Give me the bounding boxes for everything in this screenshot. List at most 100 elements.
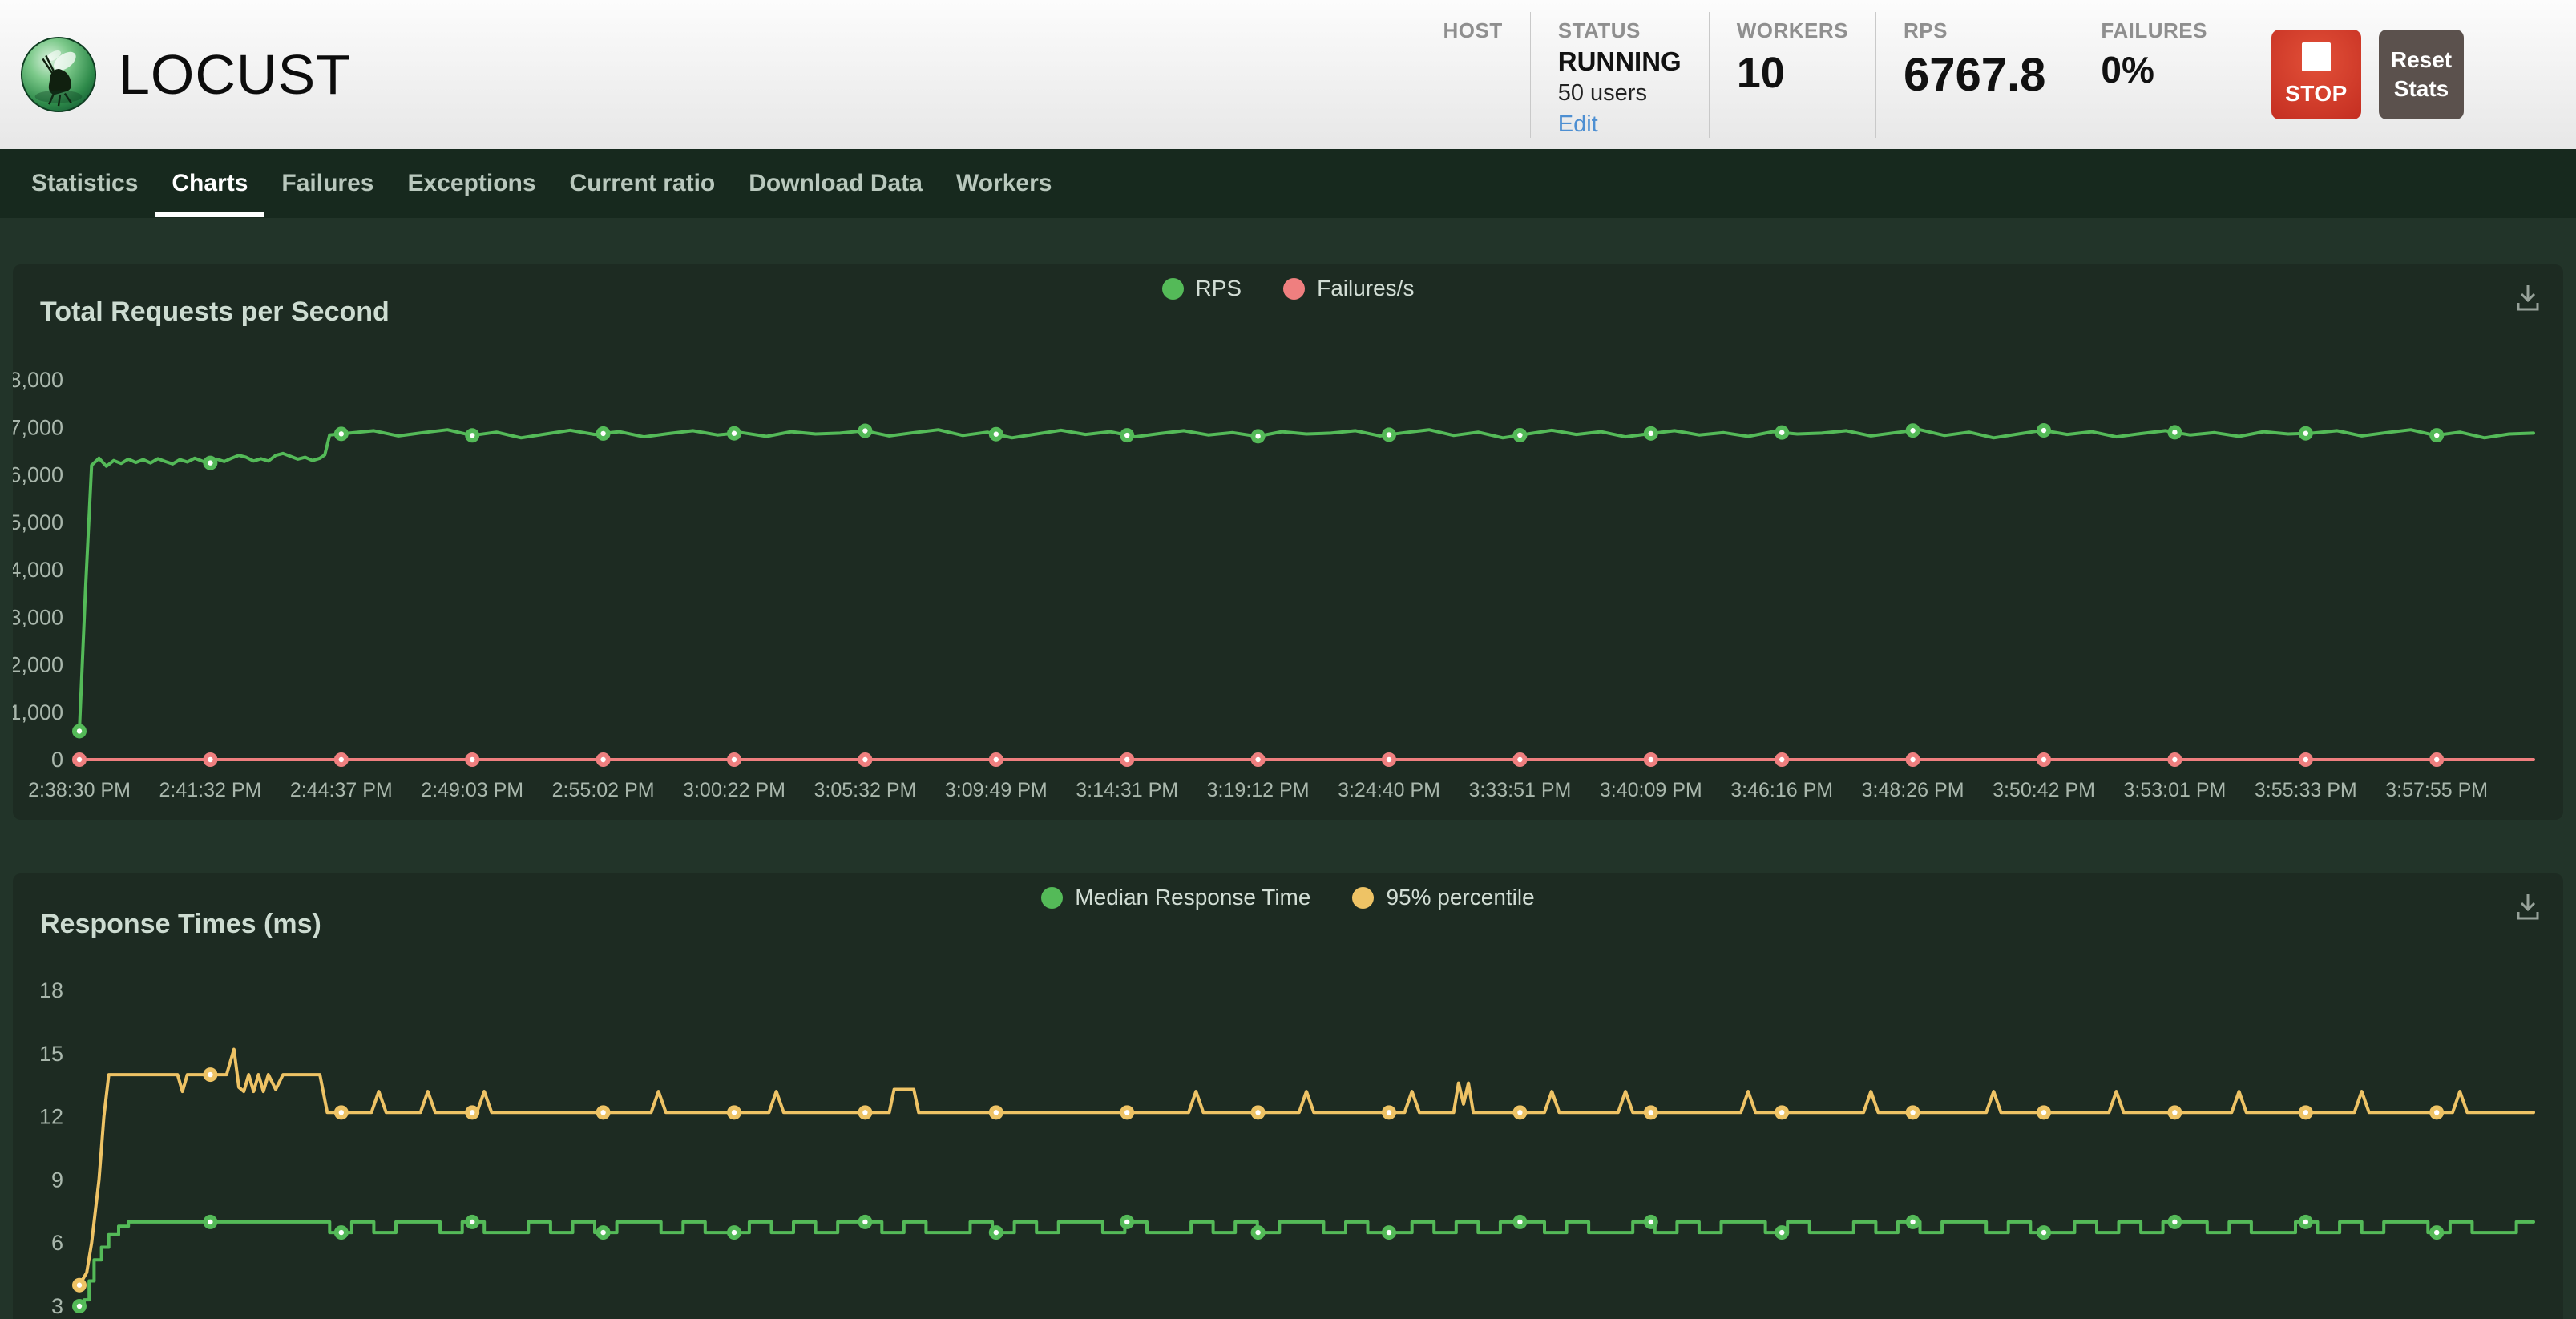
- legend-item[interactable]: Failures/s: [1283, 276, 1414, 301]
- data-point-marker-core: [732, 1230, 737, 1235]
- data-point-marker-core: [1910, 1110, 1915, 1115]
- tab-current-ratio[interactable]: Current ratio: [553, 149, 733, 218]
- edit-users-link[interactable]: Edit: [1558, 111, 1682, 138]
- data-point-marker-core: [600, 431, 605, 436]
- data-point-marker-core: [2434, 1230, 2439, 1235]
- data-point-marker-core: [1779, 757, 1784, 762]
- data-point-marker-core: [2434, 433, 2439, 438]
- legend-item[interactable]: Median Response Time: [1041, 885, 1310, 910]
- locust-logo-icon: [19, 35, 98, 114]
- download-icon: [2510, 280, 2546, 316]
- data-point-marker-core: [1779, 1110, 1784, 1115]
- tab-charts[interactable]: Charts: [155, 149, 264, 218]
- legend-dot-icon: [1352, 887, 1374, 909]
- series-line: [79, 1222, 2534, 1306]
- data-point-marker-core: [1779, 1230, 1784, 1235]
- x-axis-tick-label: 2:44:37 PM: [290, 779, 393, 801]
- data-point-marker-core: [470, 1220, 474, 1224]
- data-point-marker-core: [2303, 430, 2308, 435]
- data-point-marker-core: [2172, 430, 2177, 434]
- data-point-marker-core: [732, 1110, 737, 1115]
- data-point-marker-core: [339, 431, 344, 436]
- data-point-marker-core: [2303, 757, 2308, 762]
- app-title: LOCUST: [119, 42, 351, 107]
- data-point-marker-core: [1255, 757, 1260, 762]
- data-point-marker-core: [1517, 1110, 1522, 1115]
- workers-value: 10: [1737, 48, 1848, 98]
- data-point-marker-core: [600, 1110, 605, 1115]
- y-axis-tick-label: 0: [51, 748, 63, 772]
- legend-item[interactable]: RPS: [1162, 276, 1242, 301]
- data-point-marker-core: [2041, 757, 2046, 762]
- reset-stats-button[interactable]: Reset Stats: [2379, 30, 2464, 119]
- tab-failures[interactable]: Failures: [264, 149, 390, 218]
- data-point-marker-core: [862, 1110, 867, 1115]
- data-point-marker-core: [1649, 431, 1653, 436]
- data-point-marker-core: [208, 757, 212, 762]
- data-point-marker-core: [994, 1230, 999, 1235]
- chart-legend: RPS Failures/s: [13, 276, 2563, 301]
- x-axis-tick-label: 3:24:40 PM: [1338, 779, 1440, 801]
- y-axis-tick-label: 15: [39, 1042, 63, 1066]
- x-axis-tick-label: 2:38:30 PM: [28, 779, 131, 801]
- data-point-marker-core: [2172, 757, 2177, 762]
- x-axis-tick-label: 3:33:51 PM: [1468, 779, 1571, 801]
- tab-workers[interactable]: Workers: [939, 149, 1069, 218]
- chart-legend: Median Response Time 95% percentile: [13, 885, 2563, 910]
- rps-chart-plot: 8,0007,0006,0005,0004,0003,0002,0001,000…: [13, 264, 2563, 820]
- stop-button-label: STOP: [2285, 81, 2348, 107]
- stat-rps: RPS 6767.8: [1875, 12, 2073, 138]
- data-point-marker-core: [339, 757, 344, 762]
- data-point-marker-core: [1649, 1110, 1653, 1115]
- x-axis-tick-label: 3:46:16 PM: [1730, 779, 1833, 801]
- tab-download-data[interactable]: Download Data: [732, 149, 939, 218]
- data-point-marker-core: [470, 757, 474, 762]
- data-point-marker-core: [77, 728, 82, 733]
- data-point-marker-core: [1255, 1110, 1260, 1115]
- tab-statistics[interactable]: Statistics: [14, 149, 155, 218]
- y-axis-tick-label: 18: [39, 978, 63, 1002]
- data-point-marker-core: [732, 431, 737, 436]
- rps-chart-panel: 8,0007,0006,0005,0004,0003,0002,0001,000…: [13, 264, 2563, 820]
- data-point-marker-core: [208, 460, 212, 465]
- data-point-marker-core: [470, 1110, 474, 1115]
- data-point-marker-core: [1387, 1230, 1391, 1235]
- failures-value: 0%: [2101, 48, 2207, 91]
- y-axis-tick-label: 3,000: [13, 605, 63, 629]
- response-times-chart-plot: 181512963: [13, 873, 2563, 1319]
- y-axis-tick-label: 9: [51, 1168, 63, 1192]
- data-point-marker-core: [732, 757, 737, 762]
- data-point-marker-core: [208, 1072, 212, 1077]
- data-point-marker-core: [77, 1304, 82, 1309]
- download-icon: [2510, 889, 2546, 925]
- download-chart-button[interactable]: [2510, 889, 2546, 925]
- data-point-marker-core: [1517, 757, 1522, 762]
- data-point-marker-core: [1910, 1220, 1915, 1224]
- data-point-marker-core: [600, 1230, 605, 1235]
- workers-label: WORKERS: [1737, 18, 1848, 43]
- data-point-marker-core: [1387, 757, 1391, 762]
- x-axis-tick-label: 3:55:33 PM: [2255, 779, 2357, 801]
- legend-dot-icon: [1162, 278, 1184, 300]
- data-point-marker-core: [1910, 428, 1915, 433]
- y-axis-tick-label: 6: [51, 1231, 63, 1255]
- legend-item[interactable]: 95% percentile: [1352, 885, 1534, 910]
- data-point-marker-core: [2303, 1220, 2308, 1224]
- data-point-marker-core: [994, 1110, 999, 1115]
- rps-value: 6767.8: [1904, 48, 2045, 102]
- data-point-marker-core: [2041, 428, 2046, 433]
- tab-exceptions[interactable]: Exceptions: [390, 149, 552, 218]
- stop-button[interactable]: STOP: [2271, 30, 2361, 119]
- status-label: STATUS: [1558, 18, 1682, 43]
- data-point-marker-core: [862, 757, 867, 762]
- legend-dot-icon: [1041, 887, 1063, 909]
- data-point-marker-core: [2434, 1110, 2439, 1115]
- x-axis-tick-label: 3:53:01 PM: [2123, 779, 2226, 801]
- download-chart-button[interactable]: [2510, 280, 2546, 316]
- x-axis-tick-label: 2:49:03 PM: [421, 779, 523, 801]
- legend-label: Median Response Time: [1075, 885, 1310, 910]
- y-axis-tick-label: 3: [51, 1294, 63, 1318]
- data-point-marker-core: [339, 1110, 344, 1115]
- data-point-marker-core: [2303, 1110, 2308, 1115]
- data-point-marker-core: [862, 428, 867, 433]
